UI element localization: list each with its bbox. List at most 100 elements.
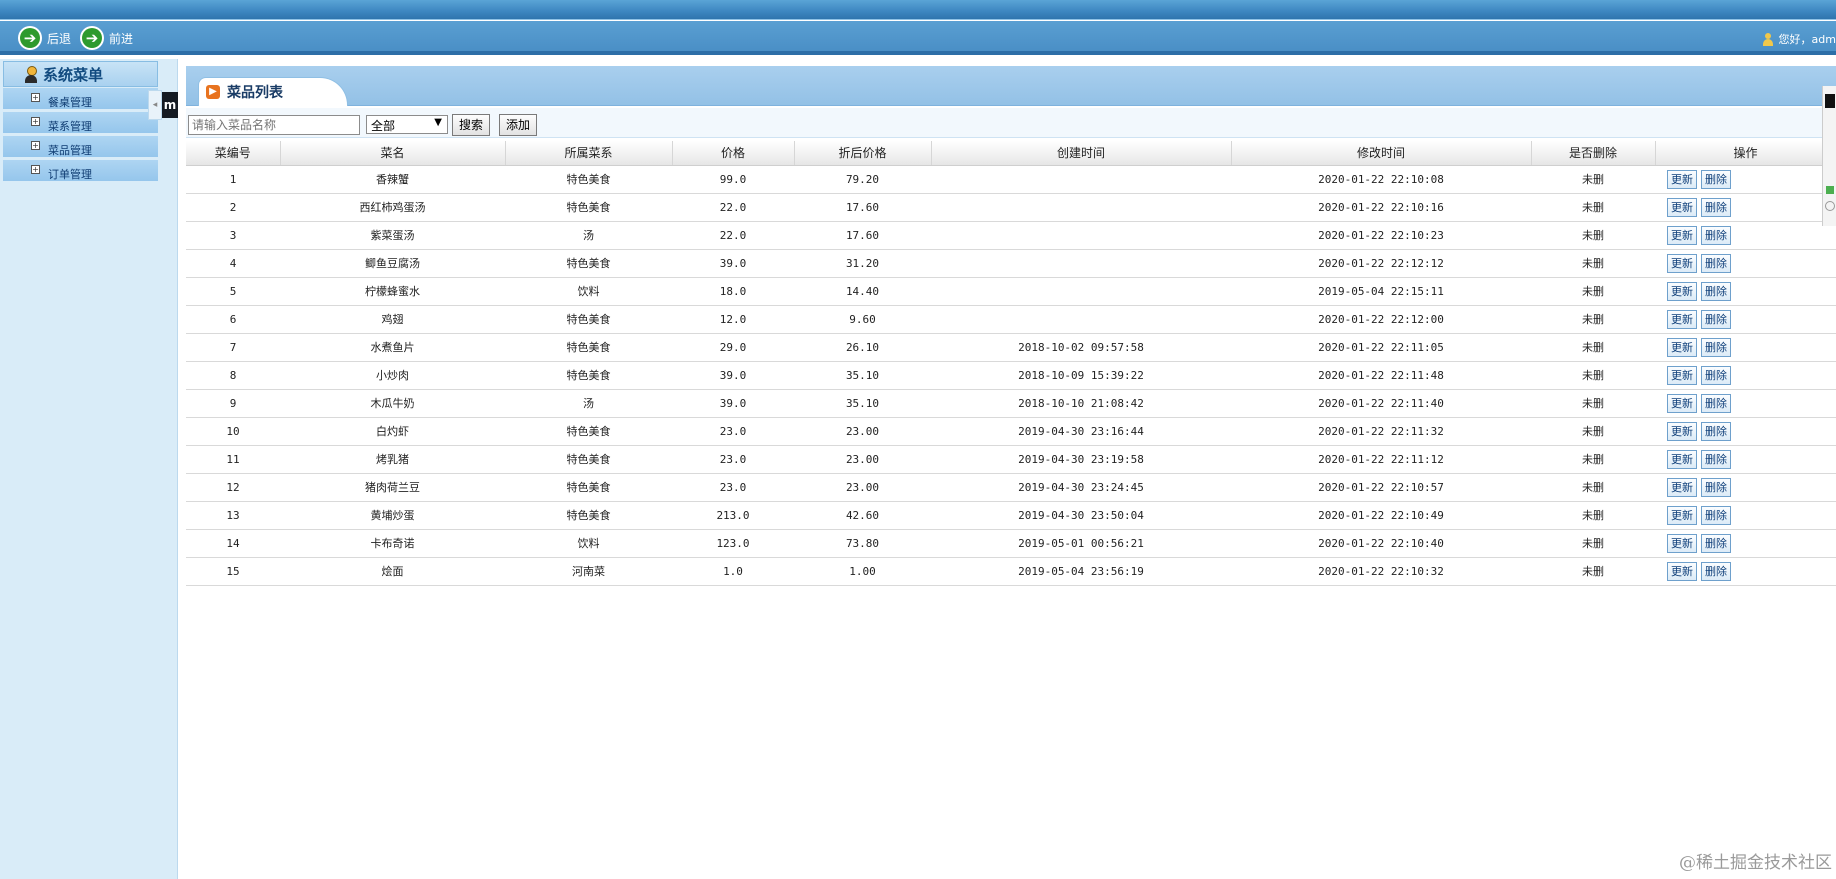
cell-price: 39.0 xyxy=(672,389,794,418)
cell-created xyxy=(931,193,1231,222)
update-button[interactable]: 更新 xyxy=(1667,169,1697,189)
sidebar-item-dish-management[interactable]: + 菜品管理 xyxy=(3,136,158,158)
cell-deleted: 未删 xyxy=(1531,305,1655,334)
cell-modified: 2020-01-22 22:10:23 xyxy=(1231,221,1531,250)
cell-modified: 2020-01-22 22:11:32 xyxy=(1231,417,1531,446)
cell-price: 22.0 xyxy=(672,221,794,250)
search-toolbar: 全部 ▼ 搜索 添加 xyxy=(186,108,1836,138)
user-icon xyxy=(1762,32,1774,46)
update-button[interactable]: 更新 xyxy=(1667,533,1697,553)
cell-discount: 42.60 xyxy=(794,501,931,530)
delete-button[interactable]: 删除 xyxy=(1701,309,1731,329)
cell-id: 1 xyxy=(186,165,280,194)
cell-cuisine: 特色美食 xyxy=(505,165,672,194)
cell-price: 123.0 xyxy=(672,529,794,558)
sidebar-item-cuisine-management[interactable]: + 菜系管理 xyxy=(3,112,158,134)
cell-name: 小炒肉 xyxy=(280,361,505,390)
table-row: 9 木瓜牛奶汤 39.0 35.10 2018-10-10 21:08:42 2020-0… xyxy=(186,389,1836,418)
cell-price: 22.0 xyxy=(672,193,794,222)
cuisine-select[interactable]: 全部 ▼ xyxy=(366,115,448,134)
back-button[interactable]: ➔ 后退 xyxy=(18,25,71,51)
cell-cuisine: 特色美食 xyxy=(505,249,672,278)
side-tab[interactable]: m xyxy=(162,92,178,118)
cell-deleted: 未删 xyxy=(1531,473,1655,502)
sidebar-item-order-management[interactable]: + 订单管理 xyxy=(3,160,158,182)
delete-button[interactable]: 删除 xyxy=(1701,561,1731,581)
cell-created: 2019-04-30 23:16:44 xyxy=(931,417,1231,446)
dropdown-caret-icon: ▼ xyxy=(434,117,442,128)
cell-price: 39.0 xyxy=(672,361,794,390)
expand-icon: + xyxy=(31,141,40,150)
update-button[interactable]: 更新 xyxy=(1667,449,1697,469)
update-button[interactable]: 更新 xyxy=(1667,561,1697,581)
delete-button[interactable]: 删除 xyxy=(1701,365,1731,385)
admin-user-icon xyxy=(24,65,38,83)
cell-name: 木瓜牛奶 xyxy=(280,389,505,418)
collapse-sidebar-button[interactable]: ◂ xyxy=(148,90,162,120)
sidebar-item-table-management[interactable]: + 餐桌管理 xyxy=(3,88,158,110)
table-row: 11 烤乳猪 特色美食 23.0 23.00 2019-04-30 23:19:58 202… xyxy=(186,445,1836,474)
cell-created: 2019-05-01 00:56:21 xyxy=(931,529,1231,558)
cell-price: 99.0 xyxy=(672,165,794,194)
update-button[interactable]: 更新 xyxy=(1667,421,1697,441)
delete-button[interactable]: 删除 xyxy=(1701,449,1731,469)
cell-name: 水煮鱼片 xyxy=(280,333,505,362)
table-row: 15 烩面 河南菜 1.0 1.00 2019-05-04 23:56:19 2020-01… xyxy=(186,557,1836,586)
update-button[interactable]: 更新 xyxy=(1667,225,1697,245)
sidebar-item-label: 餐桌管理 xyxy=(48,96,92,109)
cell-price: 23.0 xyxy=(672,473,794,502)
update-button[interactable]: 更新 xyxy=(1667,393,1697,413)
cell-name: 鸡翅 xyxy=(280,305,505,334)
update-button[interactable]: 更新 xyxy=(1667,505,1697,525)
cell-actions: 更新 删除 xyxy=(1655,193,1836,222)
sidebar: 系统菜单 + 餐桌管理 + 菜系管理 + 菜品管理 + 订单管理 xyxy=(0,59,178,879)
delete-button[interactable]: 删除 xyxy=(1701,225,1731,245)
forward-button[interactable]: ➔ 前进 xyxy=(80,25,133,51)
cell-discount: 9.60 xyxy=(794,305,931,334)
update-button[interactable]: 更新 xyxy=(1667,197,1697,217)
update-button[interactable]: 更新 xyxy=(1667,477,1697,497)
cell-created xyxy=(931,277,1231,306)
cell-deleted: 未删 xyxy=(1531,529,1655,558)
delete-button[interactable]: 删除 xyxy=(1701,477,1731,497)
cell-actions: 更新 删除 xyxy=(1655,389,1836,418)
cell-price: 23.0 xyxy=(672,417,794,446)
side-widget-icon xyxy=(1825,94,1835,108)
delete-button[interactable]: 删除 xyxy=(1701,505,1731,525)
cell-modified: 2020-01-22 22:10:08 xyxy=(1231,165,1531,194)
delete-button[interactable]: 删除 xyxy=(1701,421,1731,441)
dish-search-input[interactable] xyxy=(188,115,360,135)
delete-button[interactable]: 删除 xyxy=(1701,533,1731,553)
delete-button[interactable]: 删除 xyxy=(1701,281,1731,301)
cell-name: 香辣蟹 xyxy=(280,165,505,194)
table-body: 1 香辣蟹 特色美食 99.0 79.20 2020-01-22 22:10:08 未删 更新… xyxy=(186,165,1836,586)
cell-cuisine: 特色美食 xyxy=(505,445,672,474)
main-panel: ▶ 菜品列表 全部 ▼ 搜索 添加 菜编号菜名所属菜系价格折后价格创建时间修改时… xyxy=(186,66,1836,879)
cell-actions: 更新 删除 xyxy=(1655,333,1836,362)
delete-button[interactable]: 删除 xyxy=(1701,169,1731,189)
update-button[interactable]: 更新 xyxy=(1667,337,1697,357)
select-value: 全部 xyxy=(371,119,396,133)
delete-button[interactable]: 删除 xyxy=(1701,393,1731,413)
update-button[interactable]: 更新 xyxy=(1667,253,1697,273)
add-button[interactable]: 添加 xyxy=(499,114,538,136)
table-row: 12 猪肉荷兰豆 特色美食 23.0 23.00 2019-04-30 23:24:45 2… xyxy=(186,473,1836,502)
wifi-icon xyxy=(1826,186,1834,194)
expand-icon: + xyxy=(31,93,40,102)
search-button[interactable]: 搜索 xyxy=(452,114,491,136)
update-button[interactable]: 更新 xyxy=(1667,365,1697,385)
table-row: 1 香辣蟹 特色美食 99.0 79.20 2020-01-22 22:10:08 未删 更新… xyxy=(186,165,1836,194)
tab-dish-list[interactable]: ▶ 菜品列表 xyxy=(198,77,348,106)
cell-actions: 更新 删除 xyxy=(1655,501,1836,530)
delete-button[interactable]: 删除 xyxy=(1701,197,1731,217)
cell-deleted: 未删 xyxy=(1531,193,1655,222)
cell-discount: 35.10 xyxy=(794,361,931,390)
delete-button[interactable]: 删除 xyxy=(1701,337,1731,357)
update-button[interactable]: 更新 xyxy=(1667,309,1697,329)
update-button[interactable]: 更新 xyxy=(1667,281,1697,301)
delete-button[interactable]: 删除 xyxy=(1701,253,1731,273)
cell-cuisine: 特色美食 xyxy=(505,193,672,222)
table-row: 3 紫菜蛋汤汤 22.0 17.60 2020-01-22 22:10:23 未删 更新 删除 xyxy=(186,221,1836,250)
cell-actions: 更新 删除 xyxy=(1655,529,1836,558)
cell-modified: 2020-01-22 22:11:05 xyxy=(1231,333,1531,362)
